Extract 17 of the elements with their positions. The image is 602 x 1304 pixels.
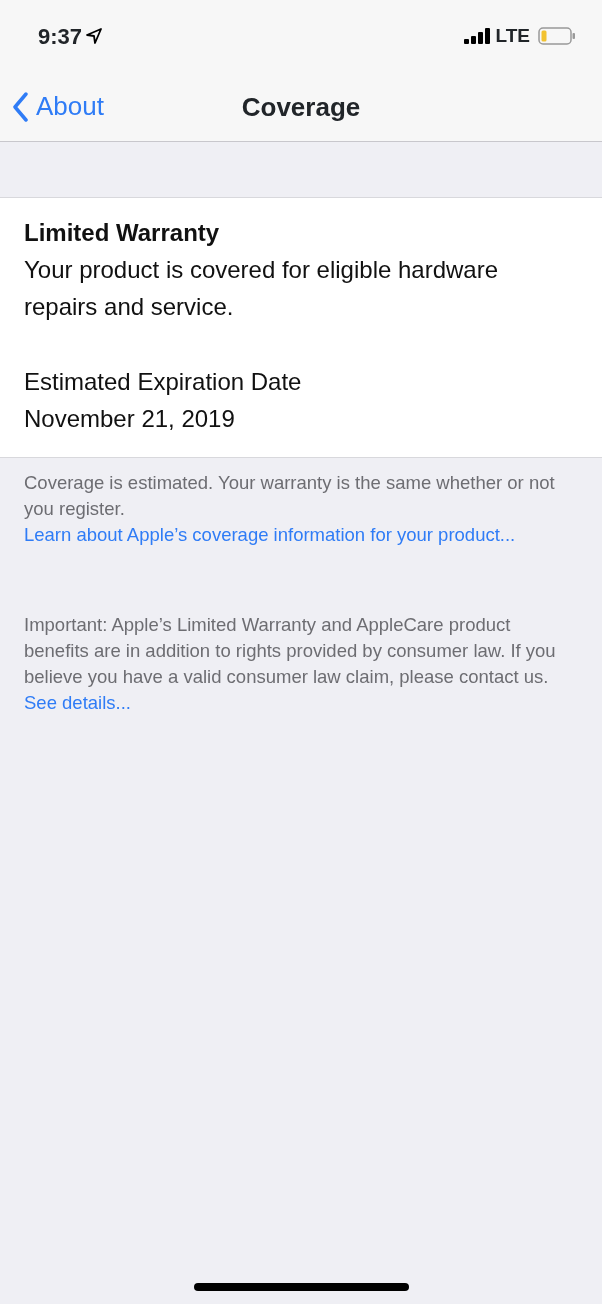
clock-time: 9:37 [38, 22, 83, 51]
footnote-link[interactable]: See details... [24, 692, 131, 713]
expiration-label: Estimated Expiration Date [24, 367, 303, 397]
footnote-text: Coverage is estimated. Your warranty is the same whether or not you register. Learn about Apple’s coverage information for your product... [23, 471, 556, 547]
network-label: LTE [495, 23, 530, 48]
back-chevron-icon [12, 91, 28, 122]
warranty-description: Your product is covered for eligible hardware repairs and service. [24, 255, 500, 322]
signal-icon [463, 28, 492, 44]
footnote-link[interactable]: Learn about Apple’s coverage information for your product... [24, 524, 516, 545]
home-indicator[interactable] [194, 1283, 409, 1291]
screen-title: Coverage [241, 91, 361, 121]
battery-icon [538, 27, 576, 45]
warranty-title: Limited Warranty [24, 218, 221, 248]
expiration-date: November 21, 2019 [24, 404, 236, 434]
back-button[interactable]: About [0, 87, 104, 126]
location-arrow-icon [86, 28, 103, 44]
footnote-text: Important: Apple’s Limited Warranty and AppleCare product benefits are in addition to rights provided by consumer law. If you believe you have a valid consumer law claim, please contact us. See details... [23, 613, 557, 715]
